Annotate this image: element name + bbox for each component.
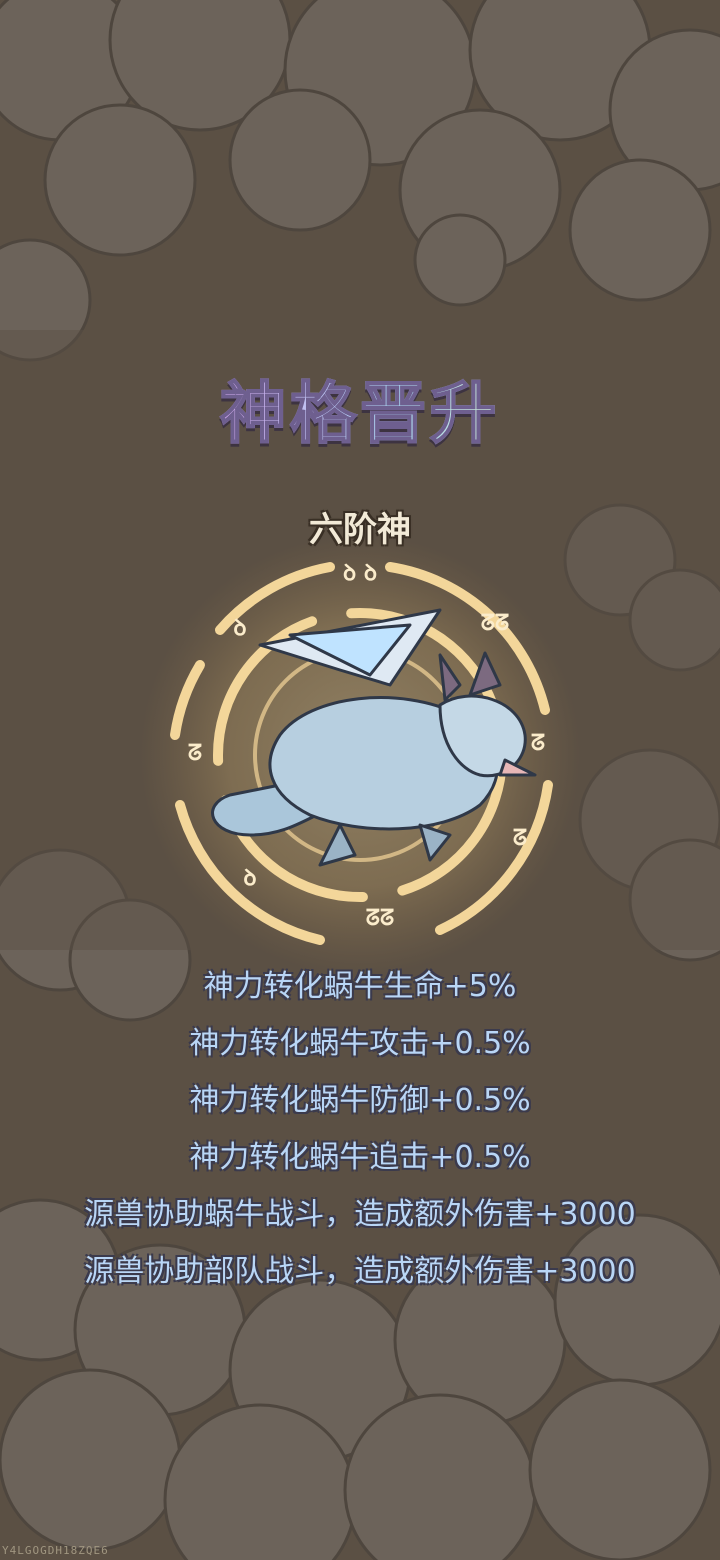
bonus-item: 神力转化蜗牛防御+0.5% [189, 1083, 531, 1118]
svg-text:ᘔᘔ: ᘔᘔ [481, 611, 509, 636]
page-title: 神格晋升 [0, 360, 720, 456]
bonus-item: 神力转化蜗牛追击+0.5% [189, 1140, 531, 1175]
watermark: Y4LGOGDH18ZQE6 [2, 1544, 109, 1557]
svg-text:ᘔ: ᘔ [531, 731, 545, 756]
svg-text:ꝺ: ꝺ [233, 616, 246, 641]
svg-text:ᘔ: ᘔ [513, 826, 527, 851]
bonus-item: 源兽协助蜗牛战斗，造成额外伤害+3000 [84, 1197, 636, 1232]
svg-text:ꝺ: ꝺ [243, 866, 256, 891]
svg-text:ᘔᘔ: ᘔᘔ [366, 906, 394, 931]
bonus-item: 源兽协助部队战斗，造成额外伤害+3000 [84, 1254, 636, 1289]
bonus-item: 神力转化蜗牛生命+5% [203, 969, 517, 1004]
bonus-item: 神力转化蜗牛攻击+0.5% [189, 1026, 531, 1061]
svg-text:ꝺ ꝺ: ꝺ ꝺ [343, 561, 377, 586]
svg-text:ᘔ: ᘔ [188, 741, 202, 766]
rune-circle-icon: ꝺ ꝺ ᘔᘔ ᘔ ᘔ ᘔᘔ ꝺ ᘔ ꝺ [140, 535, 580, 975]
bonus-list: 神力转化蜗牛生命+5% 神力转化蜗牛攻击+0.5% 神力转化蜗牛防御+0.5% … [0, 958, 720, 1300]
